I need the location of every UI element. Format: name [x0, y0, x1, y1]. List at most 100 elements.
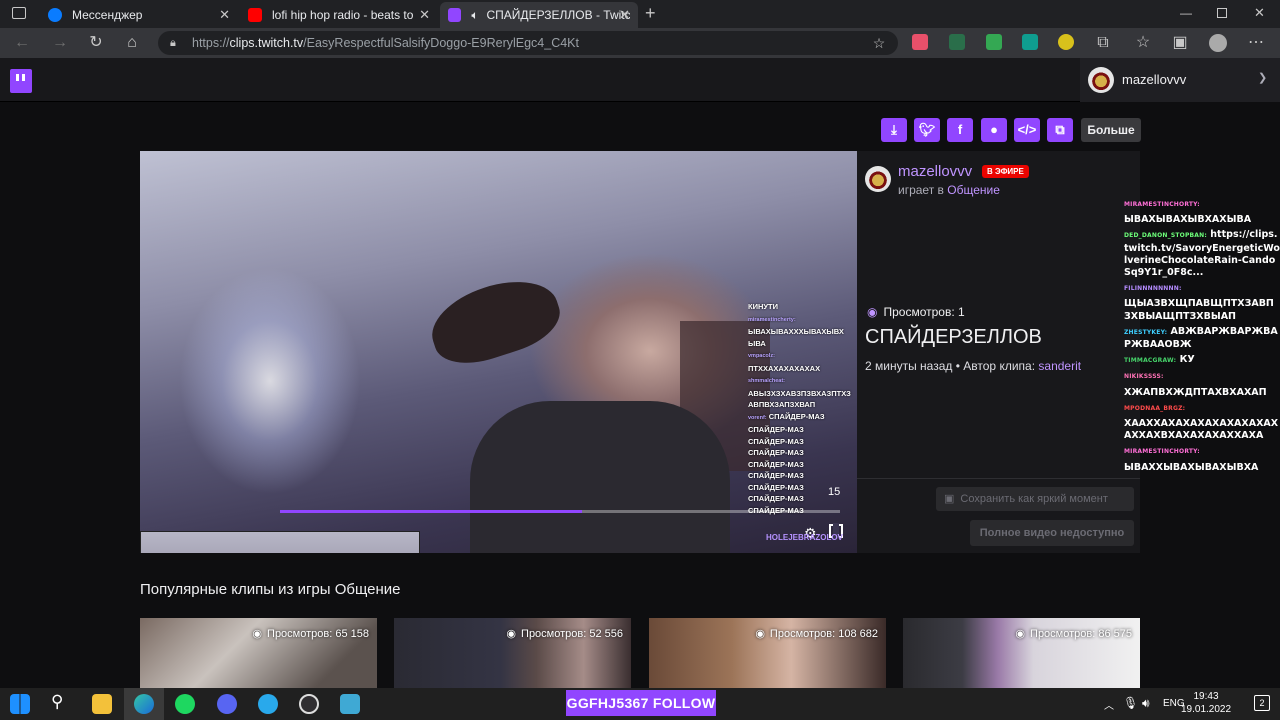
new-tab-button[interactable]: + — [645, 3, 656, 24]
embed-button[interactable]: </> — [1014, 118, 1040, 142]
url-field[interactable]: 🔒︎ https://clips.twitch.tv/EasyRespectfu… — [158, 31, 898, 55]
save-highlight-label: Сохранить как яркий момент — [960, 493, 1108, 505]
side-chat-line: MPODNAA_BRGZ: — [1124, 402, 1280, 415]
download-button[interactable]: ⤓ — [881, 118, 907, 142]
chevron-down-icon: ❯ — [1258, 72, 1268, 84]
video-chat-line: СПАЙДЕР-МАЗ — [748, 482, 857, 494]
video-chat-text: АВПВХЗАПЗХВАП — [748, 400, 816, 409]
live-badge: В ЭФИРЕ — [982, 165, 1029, 178]
channel-game-line: играет в Общение — [898, 183, 1000, 197]
clip-thumbnail[interactable]: ◉ Просмотров: 86 575 — [903, 618, 1140, 688]
side-chat-line: ЩЫАЗВХЩПАВЩПТХЗАВПЗХВЫАЩПТЗХВЫАП — [1124, 298, 1280, 322]
side-chat-line: ХЖАПВХЖДПТАХВХАХАП — [1124, 387, 1280, 399]
video-chat-line: СПАЙДЕР-МАЗ — [748, 459, 857, 471]
reddit-share-button[interactable]: ● — [981, 118, 1007, 142]
back-icon[interactable]: ← — [12, 33, 32, 53]
clip-author-link[interactable]: sanderit — [1038, 359, 1081, 373]
video-chat-text: СПАЙДЕР-МАЗ — [748, 436, 804, 446]
url-host: clips.twitch.tv — [229, 36, 304, 50]
profile-icon[interactable] — [1209, 34, 1227, 52]
extension-icon[interactable] — [1022, 34, 1038, 50]
game-link[interactable]: Общение — [947, 183, 1000, 197]
channel-name-link[interactable]: mazellovvv — [898, 163, 972, 180]
messenger-icon — [48, 8, 62, 22]
extension-icon[interactable] — [1058, 34, 1074, 50]
close-tab-icon[interactable]: ✕ — [219, 7, 230, 23]
collections-icon[interactable]: ☆ — [1133, 33, 1153, 53]
clip-thumbnail[interactable]: ◉ Просмотров: 52 556 — [394, 618, 631, 688]
favorite-icon[interactable]: ☆ — [869, 33, 889, 53]
obs-icon[interactable] — [299, 694, 319, 714]
lock-icon[interactable]: 🔒︎ — [170, 31, 176, 55]
file-explorer-icon[interactable] — [92, 694, 112, 714]
search-icon[interactable]: ⚲ — [51, 692, 63, 712]
video-progress-bar[interactable] — [280, 510, 840, 513]
video-chat-line: СПАЙДЕР-МАЗ — [748, 447, 857, 459]
copy-link-button[interactable]: ⧉ — [1047, 118, 1073, 142]
facebook-share-button[interactable]: f — [947, 118, 973, 142]
close-tab-icon[interactable]: ✕ — [419, 7, 430, 23]
video-chat-line: АВЫЗХЗХАВЗПЗВХАЗПТХЗ — [748, 388, 857, 400]
volume-icon[interactable]: 🔊︎ — [1142, 696, 1150, 711]
video-chat-username: shmmalcheat: — [748, 378, 785, 384]
close-window-icon[interactable]: ✕ — [1254, 5, 1265, 21]
clip-info-panel: mazellovvv В ЭФИРЕ играет в Общение ◉ Про… — [857, 151, 1140, 553]
side-chat-line: ХААХХАХАХАХАХАХАХАХАХАХХАХВХАХАХАХАХХАХА — [1124, 418, 1280, 442]
side-chat-username: MPODNAA_BRGZ: — [1124, 404, 1186, 412]
start-icon[interactable] — [10, 694, 30, 714]
side-chat-line: ZHESTYKEY: АВЖВАРЖВАРЖВАРЖВААОВЖ — [1124, 326, 1280, 351]
edge-icon[interactable] — [134, 694, 154, 714]
save-highlight-button[interactable]: ▣ Сохранить как яркий момент — [936, 487, 1134, 511]
tray-chevron-icon[interactable]: ︿ — [1104, 697, 1114, 712]
reload-icon[interactable]: ↻ — [86, 33, 106, 53]
clip-video-player[interactable]: КИНУТИ miramestincherty: ЫВАХЫВАХХХЫВАХЫВ… — [140, 151, 857, 553]
discord-icon[interactable] — [217, 694, 237, 714]
video-chat-text: СПАЙДЕР-МАЗ — [748, 425, 804, 434]
video-chat-text: КИНУТИ — [748, 302, 779, 311]
video-timer: 15 — [828, 486, 841, 498]
channel-avatar[interactable] — [865, 166, 891, 192]
side-chat-line: ЫВАХЫВАХЫВХАХЫВА — [1124, 214, 1280, 226]
tab-messenger[interactable]: Мессенджер ✕ — [40, 2, 238, 28]
twitch-logo-icon[interactable] — [10, 69, 32, 93]
close-tab-icon[interactable]: ✕ — [619, 7, 630, 23]
extension-icon[interactable] — [986, 34, 1002, 50]
video-chat-line: vorenf: СПАЙДЕР-МАЗ — [748, 411, 857, 425]
eye-icon: ◉ — [1015, 628, 1026, 640]
side-chat-username: NIKIKSSSS: — [1124, 373, 1164, 381]
speaker-icon[interactable]: 🔈︎ — [471, 8, 478, 23]
notification-icon[interactable]: 2 — [1254, 695, 1270, 711]
maximize-icon[interactable] — [1217, 8, 1227, 18]
taskbar-clock[interactable]: 19:43 19.01.2022 — [1181, 690, 1231, 716]
tab-lofi[interactable]: lofi hip hop radio - beats to relax ✕ — [240, 2, 438, 28]
tab-actions-icon[interactable] — [12, 7, 26, 19]
clip-views: ◉ Просмотров: 1 — [867, 305, 965, 319]
extensions-icon[interactable]: ⧉ — [1093, 33, 1113, 53]
microphone-icon[interactable]: 🎙︎ — [1123, 696, 1138, 710]
extension-icon[interactable] — [949, 34, 965, 50]
clock-time: 19:43 — [1193, 691, 1219, 702]
side-chat-username: ZHESTYKEY: — [1124, 328, 1168, 336]
user-menu[interactable]: mazellovvv ❯ — [1080, 58, 1280, 102]
home-icon[interactable]: ⌂ — [122, 33, 142, 53]
side-chat-text: ХААХХАХАХАХАХАХАХАХАХАХХАХВХАХАХАХАХХАХА — [1124, 418, 1279, 442]
full-video-button[interactable]: Полное видео недоступно — [970, 520, 1134, 546]
more-button[interactable]: Больше — [1081, 118, 1141, 142]
tab-twitch[interactable]: 🔈︎ СПАЙДЕРЗЕЛЛОВ - Twitch ✕ — [440, 2, 638, 28]
more-icon[interactable]: ⋯ — [1246, 33, 1266, 53]
twitch-icon — [448, 8, 462, 22]
telegram-icon[interactable] — [258, 694, 278, 714]
twitter-share-button[interactable]: 🐦︎ — [914, 118, 940, 142]
thumbnail-views: ◉ Просмотров: 108 682 — [755, 627, 878, 640]
extension-icon[interactable] — [912, 34, 928, 50]
clip-thumbnail[interactable]: ◉ Просмотров: 65 158 — [140, 618, 377, 688]
forward-icon[interactable]: → — [50, 33, 70, 53]
spotify-icon[interactable] — [175, 694, 195, 714]
clip-thumbnail[interactable]: ◉ Просмотров: 108 682 — [649, 618, 886, 688]
picture-in-picture-cam — [140, 531, 420, 553]
collections-icon[interactable]: ▣ — [1170, 33, 1190, 53]
video-chat-text: СПАЙДЕР-МАЗ — [748, 448, 804, 457]
app-icon[interactable] — [340, 694, 360, 714]
minimize-icon[interactable]: — — [1180, 6, 1192, 20]
tab-title: lofi hip hop radio - beats to relax — [272, 8, 417, 22]
